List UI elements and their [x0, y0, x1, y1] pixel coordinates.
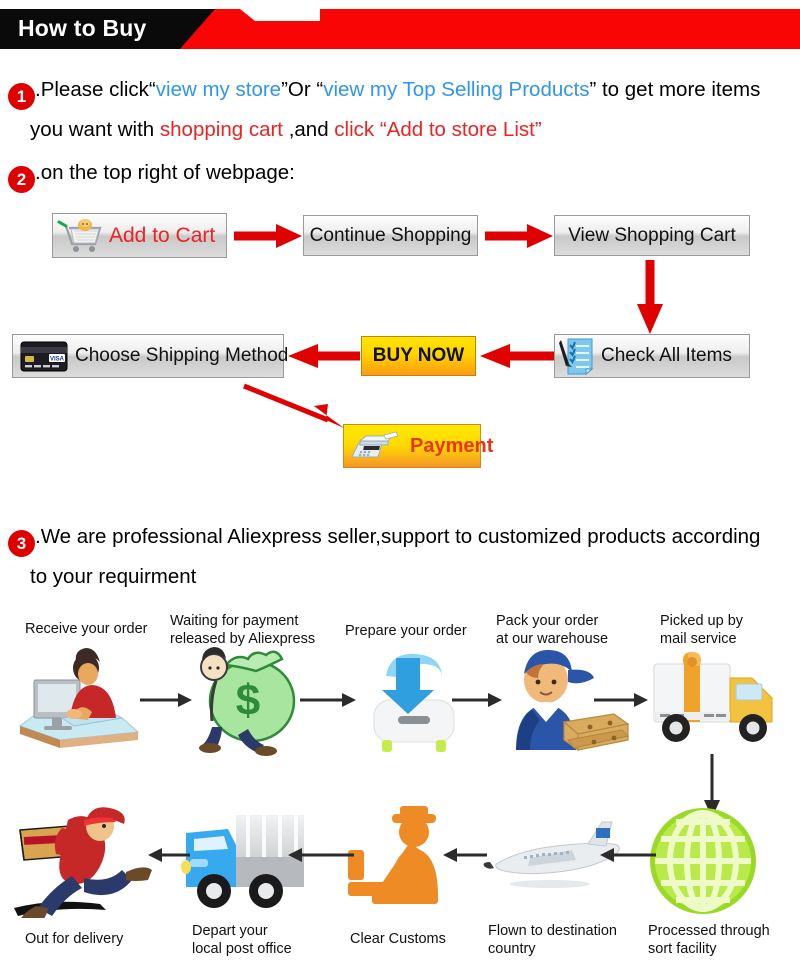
continue-shopping-button[interactable]: Continue Shopping: [303, 215, 478, 256]
arrow-sort-facility-to-flown: [600, 848, 656, 862]
ship-label-receive-your-order: Receive your order: [25, 621, 148, 637]
arrow-check-items-to-buy-now: [480, 344, 554, 368]
ship-label-flown-to-destination: Flown to destination country: [488, 923, 617, 957]
ship-label-pack-your-order: Pack your order at our warehouse: [496, 613, 609, 647]
step-3-line-2: to your requirment: [30, 565, 197, 588]
svg-text:VISA: VISA: [50, 357, 65, 363]
arrow-buy-now-to-choose-shipping: [288, 344, 360, 368]
buy-now-button[interactable]: BUY NOW: [361, 336, 476, 376]
arrow-receive-to-waiting: [140, 693, 192, 707]
shopping-cart-icon: [57, 218, 102, 252]
payment-label: Payment: [410, 434, 494, 457]
buy-now-label: BUY NOW: [372, 345, 465, 366]
ship-label-out-for-delivery: Out for delivery: [25, 931, 124, 947]
link-view-my-store[interactable]: view my store: [156, 78, 281, 101]
arrow-add-cart-to-continue: [234, 224, 302, 248]
continue-shopping-label: Continue Shopping: [309, 224, 472, 246]
person-at-computer-icon: [18, 648, 140, 748]
add-to-cart-label: Add to Cart: [109, 223, 216, 247]
step-1-line-2: you want with shopping cart ,and click “…: [30, 110, 542, 150]
step-3-line-1: 3 .We are professional Aliexpress seller,…: [8, 517, 760, 557]
credit-card-icon: VISA: [20, 341, 68, 372]
step-1-line2-text-b: ,and: [283, 118, 335, 141]
payment-button[interactable]: Payment: [343, 424, 493, 468]
ship-label-clear-customs: Clear Customs: [350, 931, 446, 947]
ship-label-depart-local-post-office: Depart your local post office: [192, 923, 292, 957]
arrow-waiting-to-prepare: [300, 693, 356, 707]
step-2-text: .on the top right of webpage:: [35, 161, 295, 184]
checklist-icon: [559, 338, 594, 376]
step-2-line: 2 .on the top right of webpage:: [8, 153, 295, 193]
arrow-continue-to-view-cart: [485, 224, 553, 248]
money-bag-icon: $: [199, 647, 296, 756]
view-shopping-cart-button[interactable]: View Shopping Cart: [554, 215, 750, 256]
ship-label-prepare-your-order: Prepare your order: [345, 623, 467, 639]
svg-text:$: $: [236, 676, 260, 725]
ship-label-processed-through-sort-facility: Processed through sort facility: [648, 923, 770, 957]
arrow-buy-now-to-payment: [243, 383, 344, 428]
choose-shipping-method-button[interactable]: VISA Choose Shipping Method: [12, 334, 288, 378]
choose-shipping-method-label: Choose Shipping Method: [75, 345, 289, 366]
arrow-flown-to-clear-customs: [443, 848, 487, 862]
ship-label-picked-up-by-mail-service: Picked up by mail service: [660, 613, 744, 647]
arrow-depart-to-out-for-delivery: [148, 848, 190, 862]
step-1-line2-text-a: you want with: [30, 118, 160, 141]
ship-label-waiting-for-payment: Waiting for payment released by Aliexpre…: [170, 613, 316, 647]
view-shopping-cart-label: View Shopping Cart: [568, 224, 736, 246]
link-view-top-selling[interactable]: view my Top Selling Products: [323, 78, 589, 101]
step-3-text: .We are professional Aliexpress seller,s…: [35, 525, 761, 548]
step-1-text-b: ”Or “: [281, 78, 324, 101]
arrow-prepare-to-pack: [452, 693, 502, 707]
arrow-view-cart-to-check-items: [637, 260, 663, 334]
running-courier-icon: [14, 807, 152, 918]
step-1-badge: 1: [8, 83, 35, 110]
customs-officer-icon: [348, 806, 438, 904]
step-2-badge: 2: [8, 166, 35, 193]
step-3-badge: 3: [8, 530, 35, 557]
page-header-banner: How to Buy: [0, 0, 800, 58]
step-1-add-to-store-list-emphasis: click “Add to store List”: [334, 118, 542, 141]
arrow-pack-to-picked-up: [594, 693, 648, 707]
check-all-items-button[interactable]: Check All Items: [554, 334, 750, 378]
delivery-truck-icon: [653, 652, 773, 742]
add-to-cart-button[interactable]: Add to Cart: [52, 213, 227, 258]
step-1-shopping-cart-emphasis: shopping cart: [159, 118, 283, 141]
step-1-text-a: .Please click“: [35, 78, 156, 101]
step-1-text-c: ” to get more items: [589, 78, 761, 101]
page-title: How to Buy: [18, 15, 147, 41]
check-all-items-label: Check All Items: [601, 345, 732, 366]
arrow-clear-customs-to-depart: [288, 848, 354, 862]
globe-grid-icon: [650, 808, 756, 914]
step-1-line-1: 1 .Please click“view my store”Or “view my…: [8, 70, 760, 110]
